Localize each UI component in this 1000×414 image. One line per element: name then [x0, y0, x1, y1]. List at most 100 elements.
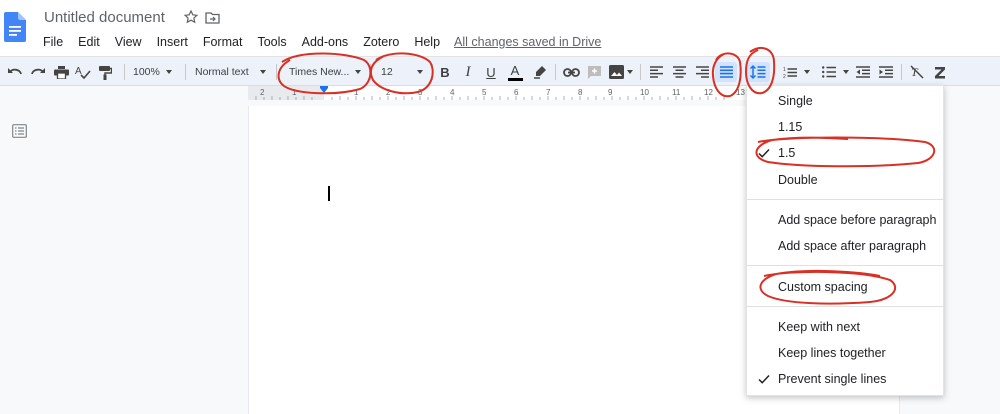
menu-insert[interactable]: Insert	[150, 34, 196, 50]
font-select[interactable]: Times New...	[289, 62, 363, 82]
document-title[interactable]: Untitled document	[44, 9, 165, 26]
menu-help[interactable]: Help	[407, 34, 448, 50]
menu-item-label: Add space after paragraph	[778, 239, 927, 253]
bold-button[interactable]: B	[437, 62, 453, 82]
menu-edit[interactable]: Edit	[71, 34, 108, 50]
style-value: Normal text	[195, 66, 249, 78]
menu-format[interactable]: Format	[196, 34, 251, 50]
toolbar-divider	[276, 64, 277, 80]
ruler-label: 5	[482, 88, 487, 97]
menu-item-label: Custom spacing	[778, 280, 868, 294]
menu-item-1-5[interactable]: 1.5	[747, 141, 945, 165]
menu-item-custom-spacing[interactable]: Custom spacing	[747, 275, 945, 299]
decrease-indent-button[interactable]	[855, 62, 871, 82]
paint-format-button[interactable]	[96, 62, 114, 82]
ruler-label: 1	[354, 88, 359, 97]
menu-item-label: Keep with next	[778, 320, 860, 334]
insert-link-button[interactable]	[561, 62, 581, 82]
ruler-label: 4	[450, 88, 455, 97]
image-icon	[609, 65, 624, 79]
undo-button[interactable]	[6, 62, 24, 82]
chevron-down-icon	[416, 70, 423, 74]
menu-divider	[747, 199, 945, 200]
menu-item-prevent-single-lines[interactable]: Prevent single lines	[747, 367, 945, 391]
style-select[interactable]: Normal text	[195, 62, 270, 82]
redo-button[interactable]	[29, 62, 47, 82]
menu-item-keep-lines-together[interactable]: Keep lines together	[747, 341, 945, 365]
numbered-list-button[interactable]: 12	[780, 62, 812, 82]
zoom-select[interactable]: 100%	[133, 62, 179, 82]
line-spacing-icon	[750, 65, 766, 79]
toolbar-divider	[432, 64, 433, 80]
ruler-label: 10	[640, 88, 649, 97]
align-left-button[interactable]	[648, 62, 664, 82]
indent-increase-icon	[879, 66, 893, 78]
add-comment-button[interactable]	[585, 62, 603, 82]
text-color-swatch	[507, 77, 523, 81]
align-center-icon	[672, 66, 686, 78]
italic-button[interactable]: I	[460, 62, 476, 82]
menu-item-label: Single	[778, 94, 813, 108]
menu-file[interactable]: File	[36, 34, 71, 50]
ruler-label: 9	[608, 88, 613, 97]
menu-item-add-space-after[interactable]: Add space after paragraph	[747, 234, 945, 258]
menu-item-add-space-before[interactable]: Add space before paragraph	[747, 208, 945, 232]
menu-divider	[747, 265, 945, 266]
align-justify-icon	[719, 66, 733, 78]
menu-item-1-15[interactable]: 1.15	[747, 115, 945, 139]
print-icon	[53, 65, 69, 79]
app-header: Untitled document File Edit View Insert …	[0, 0, 1000, 56]
menu-tools[interactable]: Tools	[250, 34, 294, 50]
highlighter-icon	[534, 66, 546, 79]
align-left-icon	[649, 66, 663, 78]
spellcheck-icon: A	[75, 66, 91, 79]
increase-indent-button[interactable]	[878, 62, 894, 82]
spellcheck-button[interactable]: A	[74, 62, 92, 82]
chevron-down-icon	[165, 70, 172, 74]
menu-addons[interactable]: Add-ons	[295, 34, 357, 50]
save-status-link[interactable]: All changes saved in Drive	[454, 35, 601, 49]
menu-item-label: Keep lines together	[778, 346, 886, 360]
redo-icon	[31, 68, 45, 75]
text-color-icon: A	[510, 62, 520, 78]
ruler-label: 2	[386, 88, 391, 97]
ruler-label: 7	[546, 88, 551, 97]
menu-item-single[interactable]: Single	[747, 89, 945, 113]
menu-item-double[interactable]: Double	[747, 168, 945, 192]
numbered-list-icon: 12	[783, 67, 797, 79]
highlight-button[interactable]	[531, 62, 549, 82]
ruler-label: 1	[292, 88, 297, 97]
text-color-button[interactable]: A	[506, 62, 524, 82]
toolbar-divider	[185, 64, 186, 80]
bulleted-list-icon	[821, 66, 836, 78]
bulleted-list-button[interactable]	[819, 62, 851, 82]
toolbar-divider	[901, 64, 902, 80]
insert-image-button[interactable]	[608, 62, 634, 82]
move-to-folder-icon[interactable]	[205, 11, 220, 24]
line-spacing-menu: Single 1.15 1.5 Double Add space before …	[746, 85, 945, 396]
menu-bar: File Edit View Insert Format Tools Add-o…	[36, 33, 601, 51]
print-button[interactable]	[52, 62, 70, 82]
clear-formatting-button[interactable]: T	[908, 62, 926, 82]
underline-button[interactable]: U	[483, 62, 499, 82]
font-size-select[interactable]: 12	[381, 62, 426, 82]
menu-zotero[interactable]: Zotero	[356, 34, 407, 50]
menu-item-keep-with-next[interactable]: Keep with next	[747, 315, 945, 339]
align-center-button[interactable]	[671, 62, 687, 82]
underline-icon: U	[486, 64, 496, 80]
line-spacing-button[interactable]	[746, 62, 770, 82]
star-icon[interactable]	[184, 10, 198, 24]
align-justify-button[interactable]	[715, 62, 737, 82]
docs-logo-icon[interactable]	[4, 12, 26, 42]
outline-icon[interactable]	[12, 124, 27, 138]
ruler-label: 11	[672, 88, 681, 97]
chevron-down-icon	[259, 70, 266, 74]
svg-text:2: 2	[783, 74, 786, 79]
italic-icon: I	[465, 63, 471, 80]
align-right-button[interactable]	[694, 62, 710, 82]
zoom-value: 100%	[133, 66, 160, 78]
menu-divider	[747, 306, 945, 307]
zotero-button[interactable]	[931, 62, 949, 82]
toolbar-divider	[555, 64, 556, 80]
menu-view[interactable]: View	[108, 34, 150, 50]
